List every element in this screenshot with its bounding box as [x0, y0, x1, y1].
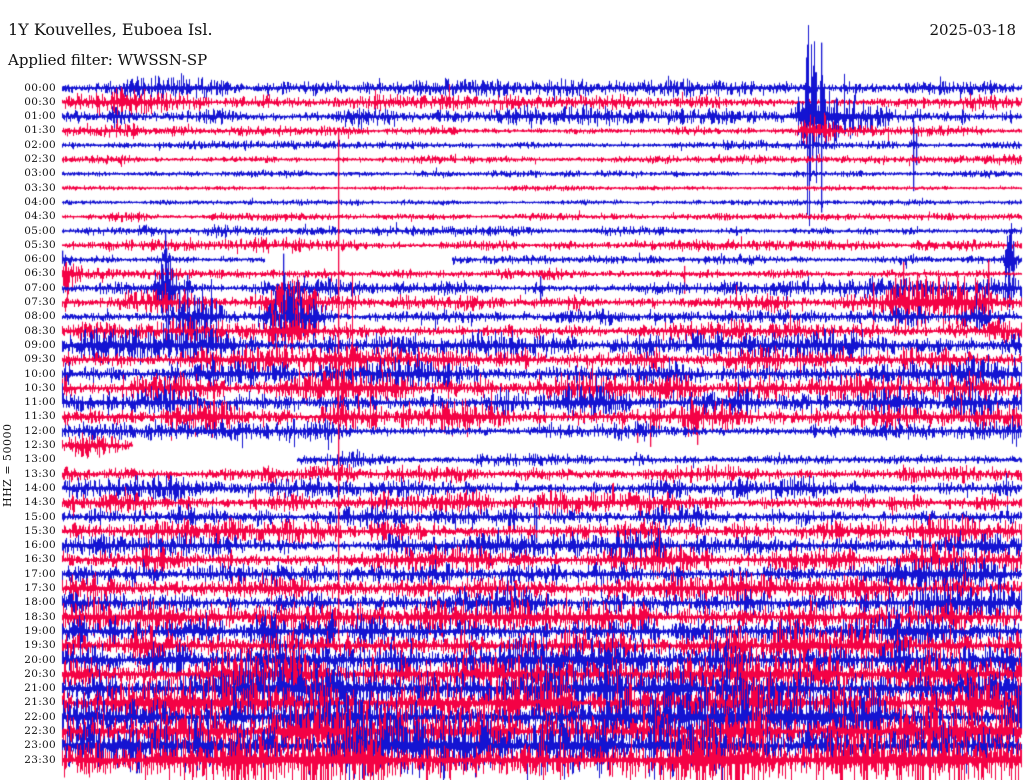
time-label-13:00: 13:00 [24, 453, 56, 466]
time-label-10:00: 10:00 [24, 367, 56, 380]
time-label-06:30: 06:30 [24, 267, 56, 280]
time-label-19:00: 19:00 [24, 624, 56, 637]
time-label-17:30: 17:30 [24, 582, 56, 594]
time-label-04:30: 04:30 [24, 210, 56, 223]
time-label-22:30: 22:30 [24, 725, 56, 737]
time-label-14:00: 14:00 [24, 481, 56, 494]
time-label-19:30: 19:30 [24, 639, 56, 652]
time-label-12:00: 12:00 [24, 424, 56, 437]
time-label-20:30: 20:30 [24, 667, 56, 680]
time-label-23:00: 23:00 [24, 739, 56, 752]
time-label-09:00: 09:00 [24, 338, 56, 351]
time-label-07:00: 07:00 [24, 281, 56, 294]
time-label-13:30: 13:30 [24, 467, 56, 480]
time-label-04:00: 04:00 [24, 195, 56, 208]
time-label-01:30: 01:30 [24, 124, 56, 137]
date-label: 2025-03-18 [929, 21, 1016, 39]
time-label-14:30: 14:30 [24, 496, 56, 509]
time-label-02:00: 02:00 [24, 138, 56, 151]
time-label-22:00: 22:00 [24, 710, 56, 723]
time-label-00:30: 00:30 [24, 95, 56, 108]
time-label-16:00: 16:00 [24, 539, 56, 552]
time-label-09:30: 09:30 [24, 353, 56, 366]
time-label-15:00: 15:00 [24, 510, 56, 523]
time-label-03:00: 03:00 [24, 167, 56, 180]
time-label-11:00: 11:00 [24, 396, 56, 409]
time-label-01:00: 01:00 [24, 110, 56, 123]
time-label-10:30: 10:30 [24, 381, 56, 394]
time-label-00:00: 00:00 [24, 81, 56, 94]
time-label-12:30: 12:30 [24, 439, 56, 451]
time-label-08:30: 08:30 [24, 324, 56, 337]
time-label-02:30: 02:30 [24, 153, 56, 165]
time-label-18:00: 18:00 [24, 596, 56, 609]
time-label-17:00: 17:00 [24, 567, 56, 580]
time-label-06:00: 06:00 [24, 253, 56, 266]
station-title: 1Y Kouvelles, Euboea Isl. [8, 20, 213, 39]
time-label-21:30: 21:30 [24, 696, 56, 709]
time-label-07:30: 07:30 [24, 296, 56, 308]
time-label-18:30: 18:30 [24, 610, 56, 623]
time-label-05:00: 05:00 [24, 224, 56, 237]
time-label-03:30: 03:30 [24, 181, 56, 194]
applied-filter-label: Applied filter: WWSSN-SP [8, 51, 208, 69]
time-label-21:00: 21:00 [24, 682, 56, 695]
time-label-05:30: 05:30 [24, 238, 56, 251]
time-label-20:00: 20:00 [24, 653, 56, 666]
time-label-23:30: 23:30 [24, 753, 56, 766]
seismogram-canvas [0, 0, 1024, 780]
time-label-08:00: 08:00 [24, 310, 56, 323]
time-label-11:30: 11:30 [24, 410, 56, 423]
time-label-16:30: 16:30 [24, 553, 56, 566]
time-label-15:30: 15:30 [24, 524, 56, 537]
